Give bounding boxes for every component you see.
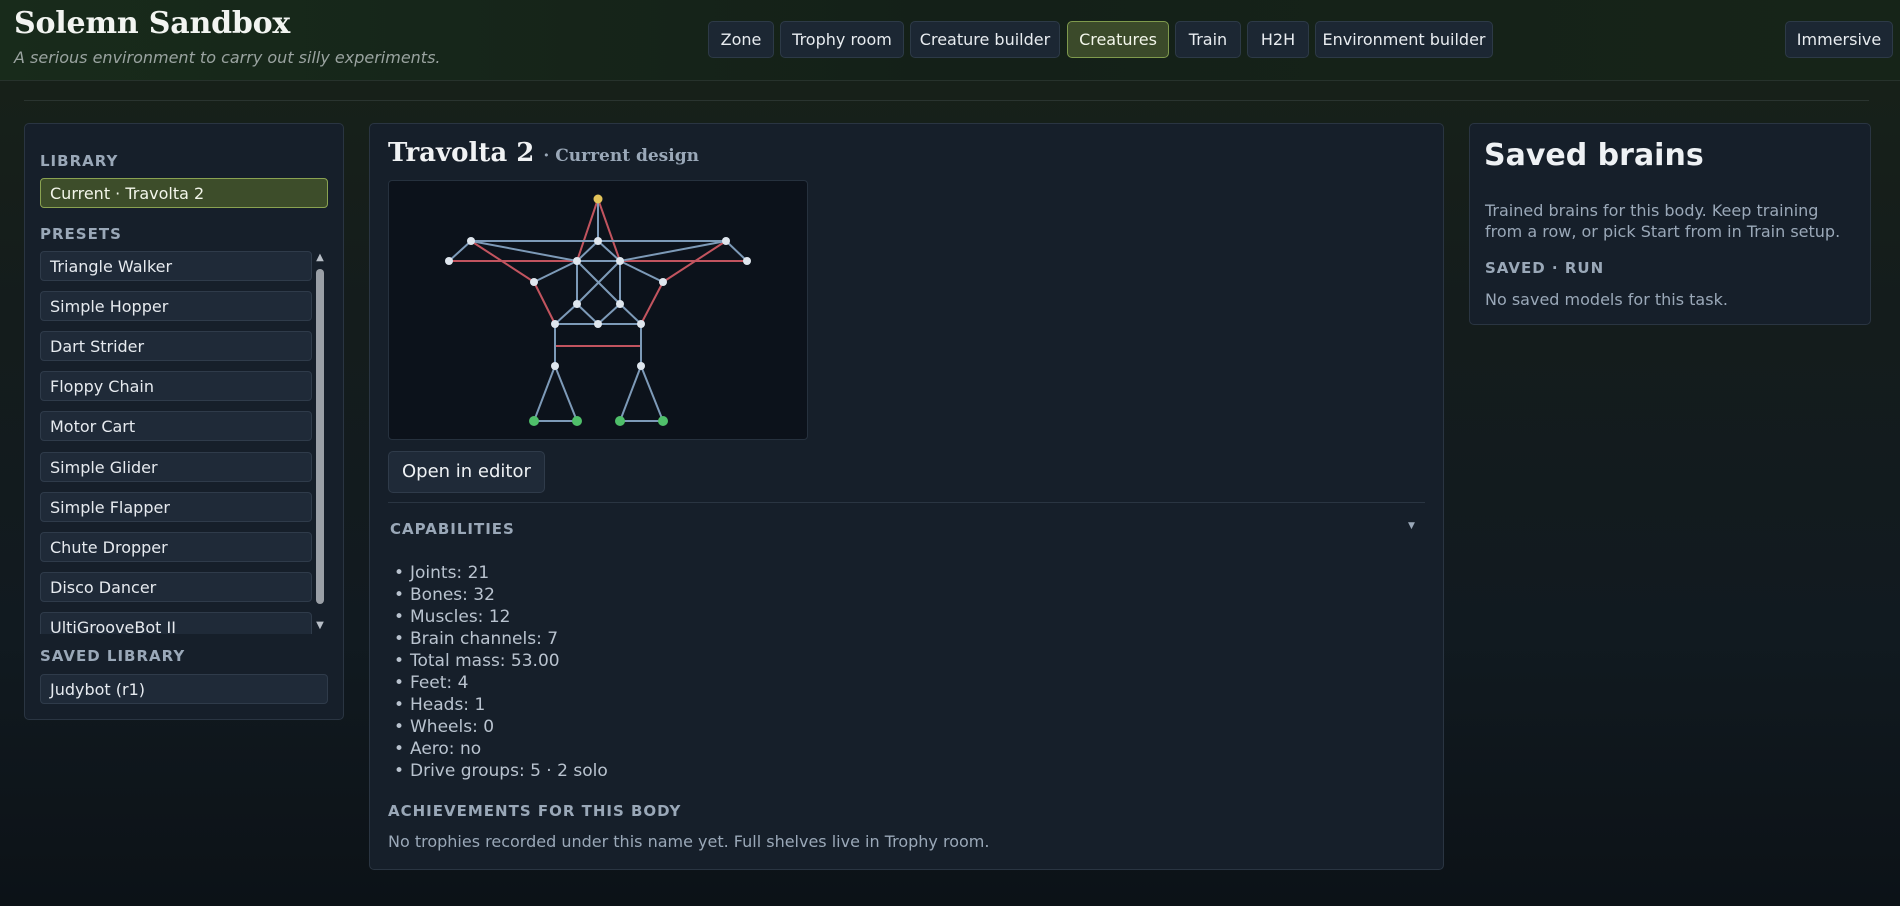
presets-heading: PRESETS [40,225,122,243]
head-joint [593,194,603,204]
foot-joint [658,416,668,426]
nav-environment-builder[interactable]: Environment builder [1315,21,1493,58]
bone [597,303,621,325]
scrollbar-thumb[interactable] [316,269,324,604]
preset-item[interactable]: UltiGrooveBot II [40,612,312,634]
joint [467,237,475,245]
app-subtitle: A serious environment to carry out silly… [14,48,441,67]
capability-item: Brain channels: 7 [394,628,608,650]
capability-item: Muscles: 12 [394,606,608,628]
nav-creature-builder[interactable]: Creature builder [910,21,1060,58]
capabilities-heading[interactable]: CAPABILITIES [390,520,515,538]
capability-item: Total mass: 53.00 [394,650,608,672]
joint [530,278,538,286]
section-divider [388,502,1425,503]
creature-name: Travolta 2 [388,138,535,168]
creature-subtitle: · Current design [543,146,699,166]
bone [725,240,748,262]
joint [551,362,559,370]
muscle [533,281,556,325]
joint [594,320,602,328]
app-header: Solemn Sandbox A serious environment to … [0,0,1900,81]
capabilities-list: Joints: 21 Bones: 32 Muscles: 12 Brain c… [394,562,608,782]
capability-item: Wheels: 0 [394,716,608,738]
joint [594,237,602,245]
capability-item: Joints: 21 [394,562,608,584]
preset-item[interactable]: Disco Dancer [40,572,312,602]
saved-brains-description: Trained brains for this body. Keep train… [1485,201,1841,241]
muscle [640,281,664,325]
joint [743,257,751,265]
joint [616,257,624,265]
foot-joint [529,416,539,426]
joint [722,237,730,245]
bones [448,199,748,422]
creature-title: Travolta 2 · Current design [388,138,699,168]
chevron-down-icon[interactable]: ▼ [1408,521,1415,531]
bone [533,260,578,283]
joint [659,278,667,286]
scroll-up-arrow-icon[interactable]: ▲ [313,252,327,264]
bone [554,303,578,325]
joints [445,237,751,370]
creature-preview [388,180,808,440]
preset-item[interactable]: Chute Dropper [40,532,312,562]
preset-item[interactable]: Floppy Chain [40,371,312,401]
bone [554,365,578,422]
scroll-down-arrow-icon[interactable]: ▼ [313,620,327,632]
nav-creatures[interactable]: Creatures [1067,21,1169,58]
preset-item[interactable]: Simple Flapper [40,492,312,522]
bone [448,240,472,262]
capability-item: Bones: 32 [394,584,608,606]
presets-list[interactable]: Triangle Walker Simple Hopper Dart Strid… [40,250,312,634]
bone [619,260,664,283]
capability-item: Aero: no [394,738,608,760]
preset-item[interactable]: Simple Hopper [40,291,312,321]
joint [637,320,645,328]
bone [640,365,664,422]
saved-brains-empty-text: No saved models for this task. [1485,290,1728,309]
nav-h2h[interactable]: H2H [1247,21,1309,58]
preset-item[interactable]: Triangle Walker [40,251,312,281]
foot-joint [572,416,582,426]
foot-joint [615,416,625,426]
bone [576,303,599,325]
open-in-editor-button[interactable]: Open in editor [388,451,545,493]
achievements-text: No trophies recorded under this name yet… [388,832,990,851]
saved-library-heading: SAVED LIBRARY [40,647,186,665]
preset-item[interactable]: Motor Cart [40,411,312,441]
saved-run-heading: SAVED · RUN [1485,259,1605,277]
header-divider [24,100,1869,101]
bone [533,365,556,422]
bone [619,365,642,422]
capability-item: Drive groups: 5 · 2 solo [394,760,608,782]
preset-item[interactable]: Dart Strider [40,331,312,361]
capability-item: Heads: 1 [394,694,608,716]
joint [573,300,581,308]
immersive-button[interactable]: Immersive [1785,21,1893,58]
library-current-item[interactable]: Current · Travolta 2 [40,178,328,208]
saved-library-item[interactable]: Judybot (r1) [40,674,328,704]
app-title: Solemn Sandbox [14,6,291,41]
joint [551,320,559,328]
saved-brains-title: Saved brains [1484,138,1704,173]
preset-item[interactable]: Simple Glider [40,452,312,482]
library-heading: LIBRARY [40,152,119,170]
joint [616,300,624,308]
presets-scrollbar[interactable]: ▲ ▼ [313,250,327,634]
joint [573,257,581,265]
joint [637,362,645,370]
bone [619,303,642,325]
joint [445,257,453,265]
creature-skeleton-diagram [445,194,751,426]
achievements-heading: ACHIEVEMENTS FOR THIS BODY [388,802,682,820]
nav-trophy-room[interactable]: Trophy room [780,21,904,58]
nav-zone[interactable]: Zone [708,21,774,58]
capability-item: Feet: 4 [394,672,608,694]
nav-train[interactable]: Train [1175,21,1241,58]
